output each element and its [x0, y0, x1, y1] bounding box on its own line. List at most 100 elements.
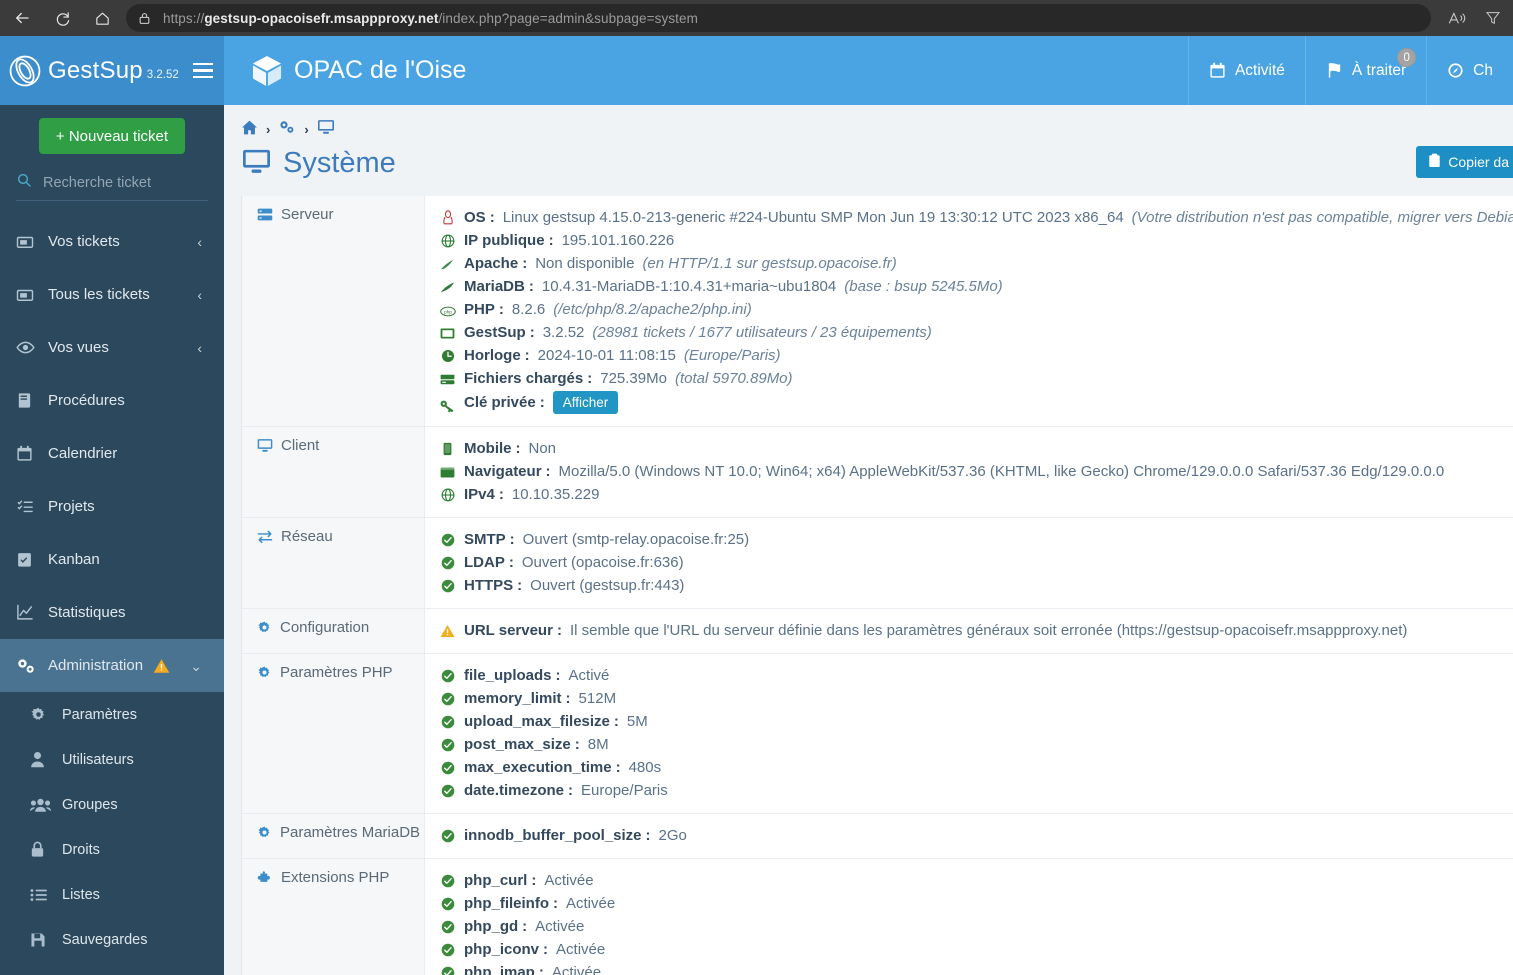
- header-nav-activite[interactable]: Activité: [1187, 36, 1305, 105]
- show-private-key-button[interactable]: Afficher: [552, 391, 619, 414]
- system-line-value: Non disponible: [535, 255, 635, 272]
- clipboard-icon: [1428, 153, 1441, 171]
- system-line-key: Apache: [464, 255, 519, 272]
- system-line-value: 512M: [578, 690, 617, 707]
- address-bar-text: https://gestsup-opacoisefr.msappproxy.ne…: [163, 11, 698, 26]
- system-row-label-text: Paramètres MariaDB: [280, 824, 421, 841]
- system-line-key: URL serveur: [464, 622, 553, 639]
- brand-bar: GestSup 3.2.52: [0, 36, 224, 105]
- sidebar-item-procedures[interactable]: Procédures: [0, 374, 224, 427]
- book-icon: [16, 392, 42, 409]
- header-nav-charge[interactable]: Ch: [1426, 36, 1513, 105]
- system-line-value: 5M: [626, 713, 648, 730]
- system-line-value: Ouvert (gestsup.fr:443): [530, 577, 685, 594]
- sidebar-item-statistiques[interactable]: Statistiques: [0, 586, 224, 639]
- save-icon: [30, 932, 58, 948]
- desktop-icon: [257, 438, 273, 453]
- sidebar-item-projets[interactable]: Projets: [0, 480, 224, 533]
- system-line-value: 8M: [587, 736, 609, 753]
- sidebar-item-parametres[interactable]: Paramètres: [0, 692, 224, 737]
- system-line-value: Il semble que l'URL du serveur définie d…: [569, 622, 1408, 639]
- system-line-note: (Europe/Paris): [683, 347, 781, 364]
- sidebar-item-vos-vues[interactable]: Vos vues ‹: [0, 321, 224, 374]
- breadcrumb: › ›: [224, 105, 1513, 140]
- system-row-extensions-php: Extensions PHP php_curl: Activée php_fil…: [242, 859, 1513, 975]
- main-content: › › Système Copier da Serveur OS: Linux…: [224, 105, 1513, 975]
- page-header-title: OPAC de l'Oise: [294, 56, 467, 84]
- lock-icon: [138, 11, 151, 26]
- system-row-body: Mobile: Non Navigateur: Mozilla/5.0 (Win…: [425, 427, 1513, 517]
- sidebar-item-groupes[interactable]: Groupes: [0, 782, 224, 827]
- system-line-key: memory_limit: [464, 690, 562, 707]
- users-icon: [30, 797, 58, 813]
- new-ticket-button[interactable]: + Nouveau ticket: [39, 118, 185, 154]
- address-bar[interactable]: https://gestsup-opacoisefr.msappproxy.ne…: [126, 4, 1431, 32]
- home-icon[interactable]: [82, 2, 122, 34]
- cube-icon: [252, 55, 282, 87]
- system-line: upload_max_filesize: 5M: [439, 710, 1513, 733]
- system-line-key: upload_max_filesize: [464, 713, 610, 730]
- check-circle-icon: [439, 715, 456, 729]
- system-line-key: Navigateur: [464, 463, 542, 480]
- system-line: HTTPS: Ouvert (gestsup.fr:443): [439, 574, 1513, 597]
- sidebar-item-sauvegardes[interactable]: Sauvegardes: [0, 917, 224, 962]
- breadcrumb-cogs-icon[interactable]: [278, 119, 296, 140]
- system-line-value: 2024-10-01 11:08:15: [537, 347, 676, 364]
- collections-icon[interactable]: [1475, 2, 1511, 34]
- sidebar-item-label: Vos vues: [48, 339, 109, 356]
- system-line-key: Horloge: [464, 347, 521, 364]
- system-line: Fichiers chargés: 725.39Mo (total 5970.8…: [439, 367, 1513, 390]
- sidebar-item-tous-les-tickets[interactable]: Tous les tickets ‹: [0, 268, 224, 321]
- sidebar-item-listes[interactable]: Listes: [0, 872, 224, 917]
- system-line-key: OS: [464, 209, 486, 226]
- sidebar-item-administration[interactable]: Administration ⌄: [0, 639, 224, 692]
- check-circle-icon: [439, 943, 456, 957]
- system-line: php_gd: Activée: [439, 915, 1513, 938]
- read-aloud-icon[interactable]: [1439, 2, 1475, 34]
- system-row-label-text: Serveur: [281, 206, 334, 223]
- back-arrow-icon[interactable]: [2, 2, 42, 34]
- reload-icon[interactable]: [42, 2, 82, 34]
- flag-icon: [1326, 62, 1343, 79]
- system-line-key: SMTP: [464, 531, 506, 548]
- system-row-configuration: Configuration URL serveur: Il semble que…: [242, 609, 1513, 654]
- page-title-group: Système Copier da: [224, 140, 1513, 180]
- system-line-key: innodb_buffer_pool_size: [464, 827, 642, 844]
- browser-toolbar: https://gestsup-opacoisefr.msappproxy.ne…: [0, 0, 1513, 36]
- check-circle-icon: [439, 692, 456, 706]
- system-line: Clé privée: Afficher: [439, 390, 1513, 415]
- sidebar-item-calendrier[interactable]: Calendrier: [0, 427, 224, 480]
- brand-version: 3.2.52: [146, 68, 179, 81]
- system-line-key: date.timezone: [464, 782, 565, 799]
- chevron-down-icon: ⌄: [190, 657, 202, 674]
- sidebar-item-vos-tickets[interactable]: Vos tickets ‹: [0, 215, 224, 268]
- system-row-body: OS: Linux gestsup 4.15.0-213-generic #22…: [425, 196, 1513, 426]
- breadcrumb-desktop-icon[interactable]: [317, 119, 335, 140]
- system-row-parametres-php: Paramètres PHP file_uploads: Activé memo…: [242, 654, 1513, 814]
- system-line-note: (28981 tickets / 1677 utilisateurs / 23 …: [592, 324, 932, 341]
- header-nav-a-traiter[interactable]: À traiter 0: [1304, 36, 1426, 105]
- mariadb-icon: [439, 281, 456, 294]
- check-circle-icon: [439, 920, 456, 934]
- system-line: LDAP: Ouvert (opacoise.fr:636): [439, 551, 1513, 574]
- copy-data-button[interactable]: Copier da: [1416, 146, 1513, 178]
- linux-tux-icon: [439, 210, 456, 225]
- kanban-icon: [16, 551, 42, 568]
- sidebar-item-droits[interactable]: Droits: [0, 827, 224, 872]
- system-line-value: Ouvert (smtp-relay.opacoise.fr:25): [522, 531, 750, 548]
- header-title-group: OPAC de l'Oise: [224, 55, 1188, 87]
- system-line: date.timezone: Europe/Paris: [439, 779, 1513, 802]
- system-line-value: Linux gestsup 4.15.0-213-generic #224-Ub…: [502, 209, 1124, 226]
- check-circle-icon: [439, 829, 456, 843]
- browser-nav-buttons: [0, 2, 122, 34]
- sidebar-item-utilisateurs[interactable]: Utilisateurs: [0, 737, 224, 782]
- copy-data-button-label: Copier da: [1448, 154, 1509, 170]
- list-icon: [30, 887, 58, 903]
- search-input[interactable]: [41, 173, 208, 192]
- system-line-value: 195.101.160.226: [561, 232, 675, 249]
- sidebar-item-label: Vos tickets: [48, 233, 120, 250]
- sidebar-item-kanban[interactable]: Kanban: [0, 533, 224, 586]
- breadcrumb-home-icon[interactable]: [241, 120, 258, 140]
- hamburger-icon[interactable]: [192, 62, 213, 79]
- a-traiter-badge: 0: [1397, 48, 1417, 67]
